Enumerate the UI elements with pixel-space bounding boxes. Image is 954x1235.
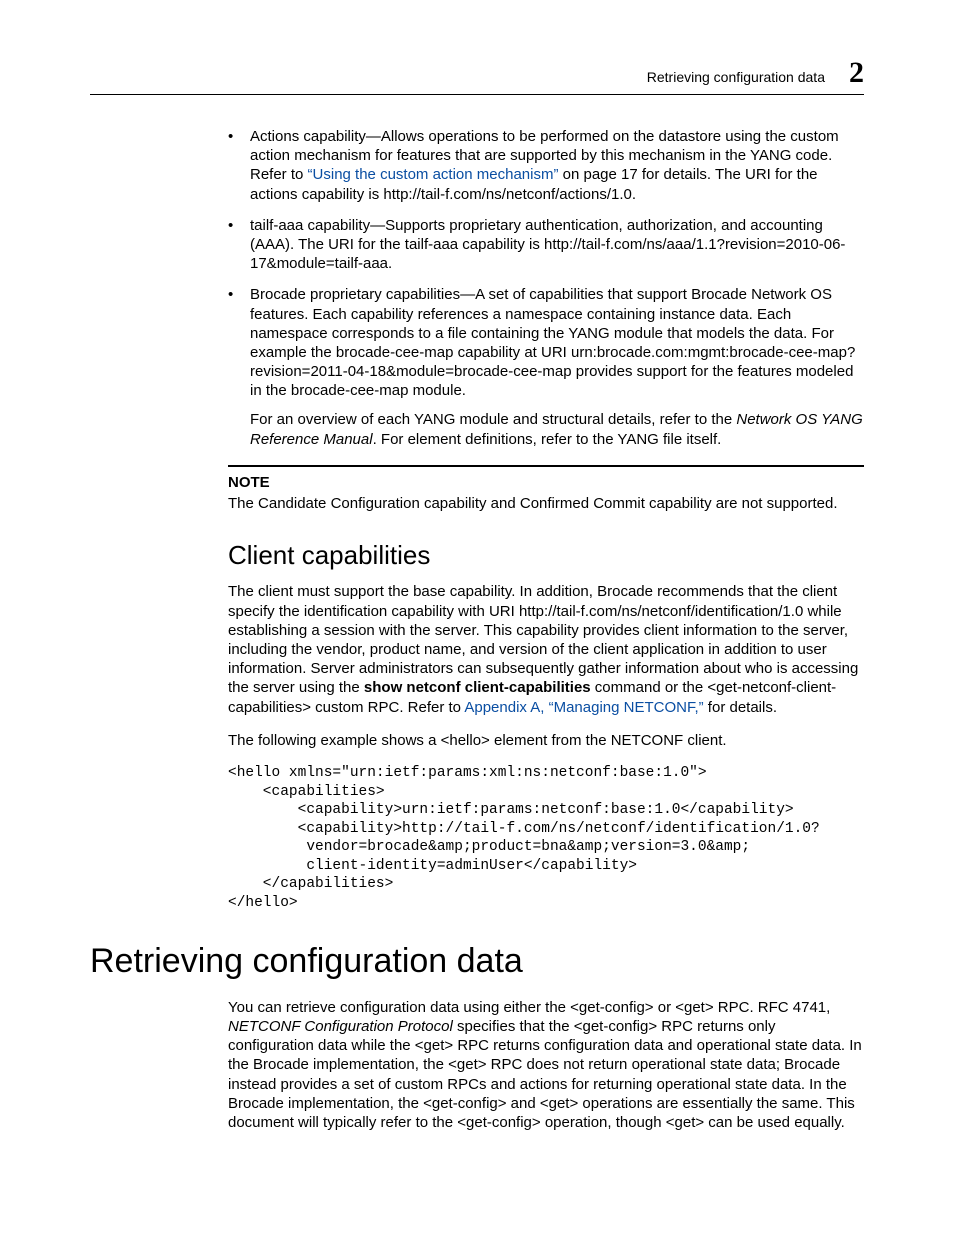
bullet-list: Actions capability—Allows operations to … <box>228 127 864 449</box>
note-label: NOTE <box>228 473 864 492</box>
command-text: show netconf client-capabilities <box>364 679 591 696</box>
body-text: Brocade proprietary capabilities—A set o… <box>250 286 855 399</box>
xref-link[interactable]: Appendix A, “Managing NETCONF,” <box>464 699 703 716</box>
citation-title: NETCONF Configuration Protocol <box>228 1018 453 1035</box>
running-title: Retrieving configuration data <box>647 69 825 87</box>
chapter-heading: Retrieving configuration data <box>90 940 864 984</box>
chapter-number: 2 <box>849 58 864 88</box>
code-block: <hello xmlns="urn:ietf:params:xml:ns:net… <box>228 764 864 912</box>
note-rule <box>228 465 864 467</box>
header-rule <box>90 94 864 95</box>
body-column: You can retrieve configuration data usin… <box>228 998 864 1132</box>
list-item: tailf-aaa capability—Supports proprietar… <box>228 216 864 274</box>
list-item: Actions capability—Allows operations to … <box>228 127 864 204</box>
body-column: Actions capability—Allows operations to … <box>228 127 864 912</box>
xref-link[interactable]: “Using the custom action mechanism” <box>308 166 559 183</box>
body-text: For an overview of each YANG module and … <box>250 410 864 448</box>
body-text: . For element definitions, refer to the … <box>373 431 722 448</box>
body-paragraph: The following example shows a <hello> el… <box>228 731 864 750</box>
body-text: For an overview of each YANG module and … <box>250 411 736 428</box>
body-text: tailf-aaa capability—Supports proprietar… <box>250 217 845 272</box>
body-paragraph: The client must support the base capabil… <box>228 582 864 716</box>
page: Retrieving configuration data 2 Actions … <box>0 0 954 1235</box>
body-text: You can retrieve configuration data usin… <box>228 999 830 1016</box>
body-paragraph: You can retrieve configuration data usin… <box>228 998 864 1132</box>
list-item: Brocade proprietary capabilities—A set o… <box>228 285 864 449</box>
body-text: for details. <box>704 699 777 716</box>
running-header: Retrieving configuration data 2 <box>90 58 864 88</box>
note-text: The Candidate Configuration capability a… <box>228 494 864 513</box>
section-heading: Client capabilities <box>228 539 864 572</box>
